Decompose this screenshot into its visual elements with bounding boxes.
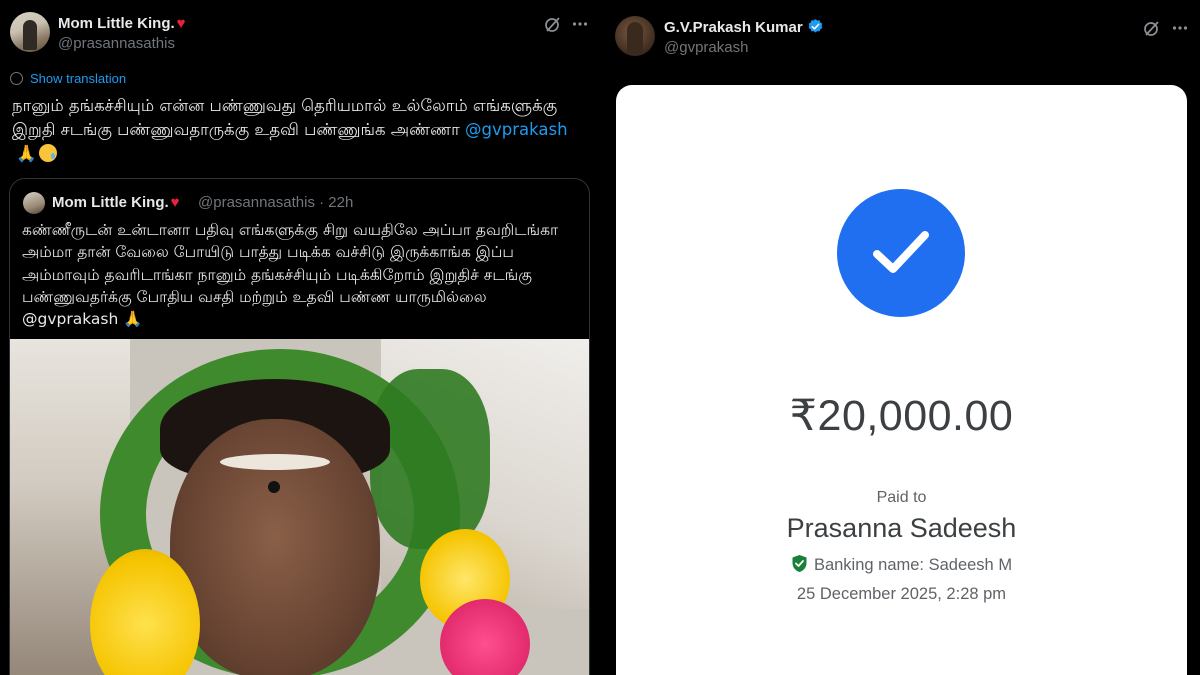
rose-flower [440,599,530,675]
grok-icon[interactable] [544,16,561,33]
paid-to-label: Paid to [876,489,927,506]
payee-name: Prasanna Sadeesh [786,513,1017,543]
heart-icon: ♥ [176,15,186,32]
mention-link[interactable]: @gvprakash [465,120,568,139]
banking-name-row: Banking name: Sadeesh M [616,554,1187,575]
quote-author-handle: @prasannasathis · 22h [198,194,354,211]
tweet-text: நானும் தங்கச்சியும் என்ன பண்ணுவது தெரியம… [12,94,592,166]
verified-badge-icon [808,19,822,33]
quote-avatar [23,192,45,214]
shield-check-icon [792,555,807,572]
payment-receipt-image[interactable]: ₹20,000.00 Paid to Prasanna Sadeesh Bank… [616,85,1187,675]
left-tweet: Mom Little King. ♥ @prasannasathis Show t… [0,0,600,675]
author-handle[interactable]: @gvprakash [664,39,748,56]
quoted-photo[interactable] [10,339,589,675]
author-handle[interactable]: @prasannasathis [58,35,175,52]
more-dots-icon[interactable] [572,16,588,32]
payment-amount: ₹20,000.00 [789,392,1014,440]
author-name[interactable]: G.V.Prakash Kumar [664,18,824,36]
avatar[interactable] [10,12,50,52]
author-name-text: G.V.Prakash Kumar [664,19,803,36]
quoted-tweet-card[interactable]: Mom Little King. ♥ @prasannasathis · 22h … [9,178,590,675]
author-name[interactable]: Mom Little King. ♥ [58,15,186,32]
show-translation-label: Show translation [30,71,127,86]
pray-emoji-icon: 🙏 [16,144,37,163]
author-name-text: Mom Little King. [58,15,175,32]
heart-icon: ♥ [170,194,180,211]
quote-author-name: Mom Little King. ♥ [52,194,180,211]
avatar[interactable] [615,16,655,56]
grok-icon[interactable] [1143,20,1160,37]
payment-date: 25 December 2025, 2:28 pm [796,585,1007,603]
crying-face-emoji-icon [38,144,57,162]
more-dots-icon[interactable] [1172,20,1188,36]
right-tweet: G.V.Prakash Kumar @gvprakash ₹20,000.00 … [600,0,1200,675]
banking-name-text: Banking name: Sadeesh M [813,556,1013,574]
show-translation-link[interactable]: Show translation [10,71,126,86]
quote-text: கண்ணீருடன் உன்டானா பதிவு எங்களுக்கு சிறு… [22,221,559,329]
quote-author-name-text: Mom Little King. [52,194,169,211]
globe-icon [10,72,23,85]
check-circle-icon [837,189,965,317]
